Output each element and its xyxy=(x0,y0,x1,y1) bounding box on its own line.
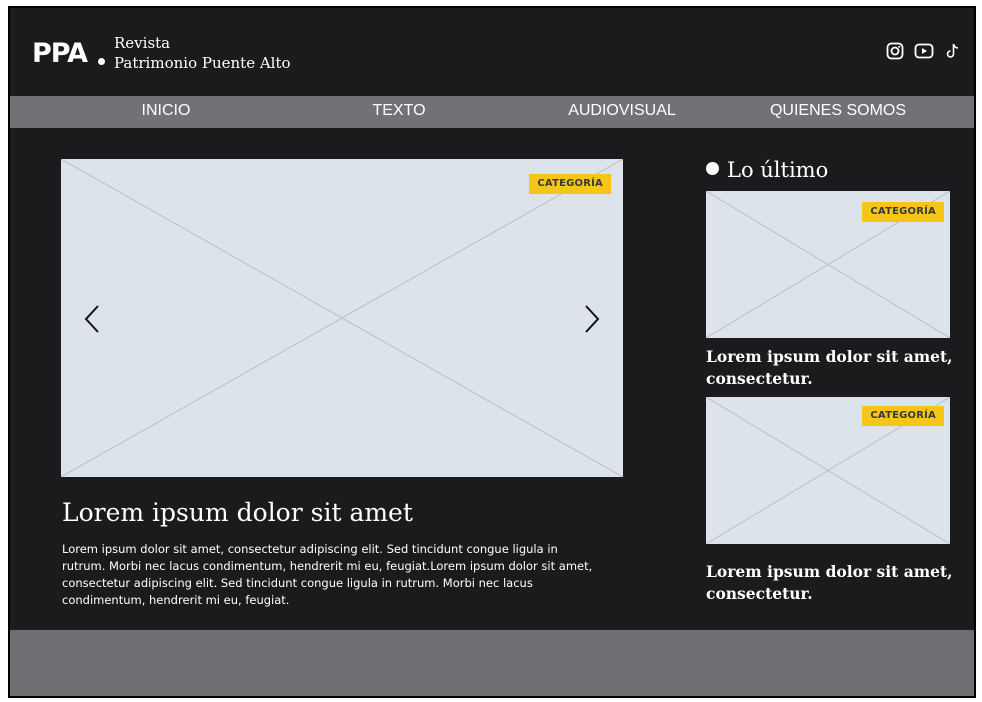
bullet-dot xyxy=(706,162,719,175)
latest-item-title[interactable]: Lorem ipsum dolor sit amet, consectetur. xyxy=(706,346,968,390)
nav-item-texto[interactable]: TEXTO xyxy=(372,96,425,128)
social-links xyxy=(886,42,962,60)
brand-name: Revista Patrimonio Puente Alto xyxy=(114,33,291,73)
latest-item-title[interactable]: Lorem ipsum dolor sit amet, consectetur. xyxy=(706,561,968,605)
chevron-right-icon[interactable] xyxy=(583,304,601,338)
latest-heading-text: Lo último xyxy=(727,158,829,182)
featured-body: Lorem ipsum dolor sit amet, consectetur … xyxy=(62,542,593,607)
category-badge[interactable]: CATEGORÍA xyxy=(862,202,944,222)
youtube-icon[interactable] xyxy=(914,42,934,60)
header: PPA Revista Patrimonio Puente Alto xyxy=(10,8,974,96)
category-badge[interactable]: CATEGORÍA xyxy=(529,174,611,194)
brand-line-2: Patrimonio Puente Alto xyxy=(114,54,291,72)
tiktok-icon[interactable] xyxy=(944,42,962,60)
nav-item-inicio[interactable]: INICIO xyxy=(142,96,191,128)
featured-image[interactable]: CATEGORÍA xyxy=(61,159,623,477)
main-nav: INICIO TEXTO AUDIOVISUAL QUIENES SOMOS xyxy=(10,96,974,128)
image-placeholder-cross xyxy=(61,159,623,477)
latest-item-image[interactable]: CATEGORÍA xyxy=(706,191,950,338)
footer xyxy=(10,630,974,696)
nav-item-quienes-somos[interactable]: QUIENES SOMOS xyxy=(770,96,906,128)
instagram-icon[interactable] xyxy=(886,42,904,60)
category-badge[interactable]: CATEGORÍA xyxy=(862,406,944,426)
latest-heading: Lo último xyxy=(706,158,828,182)
featured-title[interactable]: Lorem ipsum dolor sit amet xyxy=(62,498,413,527)
logo[interactable]: PPA xyxy=(32,38,88,69)
page-frame: PPA Revista Patrimonio Puente Alto INICI… xyxy=(8,6,976,698)
chevron-left-icon[interactable] xyxy=(83,304,101,338)
nav-item-audiovisual[interactable]: AUDIOVISUAL xyxy=(568,96,676,128)
latest-item-image[interactable]: CATEGORÍA xyxy=(706,397,950,544)
logo-dot xyxy=(98,58,105,65)
brand-line-1: Revista xyxy=(114,34,171,52)
